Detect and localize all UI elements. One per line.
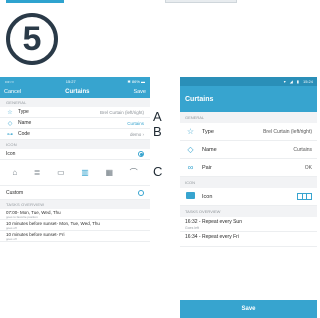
signal-icon: ◢ [289,79,293,84]
android-time: 15:24 [302,79,313,84]
list-item[interactable]: 16:32 - Repeat every Sun Goes left [180,217,317,232]
link-icon: ∞ [187,163,194,172]
ios-code-value: demo › [129,131,144,137]
ios-icon-label: Icon [6,151,16,157]
ios-status-bar: •••○○ 15:27 ✱ 86% ▬ [0,77,150,86]
list-item[interactable]: 10 minutes before sunset- Fri goes off [0,231,150,242]
image-icon [185,192,196,201]
ios-code-label: Code [18,131,30,137]
ios-custom-label: Custom [6,189,24,196]
android-name-label: Name [202,146,217,153]
marker-c: C [153,164,163,179]
battery-icon: ▮ [296,79,299,84]
curtain-open-icon[interactable] [297,193,312,200]
android-pair-row[interactable]: ∞ Pair OK [180,159,317,177]
android-pair-label: Pair [202,164,212,171]
lamp-icon[interactable]: ⌒ [130,167,138,178]
wifi-icon: ▾ [283,79,286,84]
star-outline-icon: ☆ [186,127,195,136]
android-type-label: Type [202,128,214,135]
ios-custom-row[interactable]: Custom [0,186,150,200]
android-general-header: GENERAL [180,112,317,123]
android-type-value: Brel Curtain (left/right) [263,128,312,135]
custom-radio[interactable] [138,189,144,196]
ios-type-row[interactable]: ☆ Type Brel Curtain (left/right) [0,107,150,118]
blinds-icon[interactable]: ≣ [34,168,41,177]
ios-name-value[interactable]: Curtains [127,121,144,126]
step-number-badge: 5 [6,13,58,65]
android-name-value: Curtains [293,146,312,153]
android-tasks-header: TASKS OVERVIEW [180,206,317,217]
ios-name-row[interactable]: ◇ Name Curtains [0,118,150,129]
screen-icon[interactable]: ▭ [57,168,65,177]
ios-icon-header: ICON [0,140,150,149]
list-item[interactable]: 10 minutes before sunset- Mon, Tue, Wed,… [0,220,150,231]
ios-tasks-header: TASKS OVERVIEW [0,200,150,209]
list-item[interactable]: 16:34 - Repeat every Fri [180,232,317,247]
list-item[interactable]: 07:00- Mon, Tue, Wed, Thu goes to favori… [0,209,150,220]
save-button[interactable]: Save [133,89,146,95]
ios-battery: ✱ 86% ▬ [127,79,145,84]
ios-curtains-screen: •••○○ 15:27 ✱ 86% ▬ Cancel Curtains Save… [0,77,150,318]
key-icon: ⊶ [7,131,13,138]
star-outline-icon: ☆ [7,109,13,116]
top-bar-left [6,0,64,3]
ios-carrier: •••○○ [5,79,15,84]
ios-type-label: Type [18,109,29,115]
task-subtitle: Goes left [185,226,200,230]
curtain-closed-icon[interactable]: ▦ [105,168,113,177]
ios-page-title: Curtains [65,89,90,95]
tag-icon: ◇ [7,120,13,127]
ios-general-header: GENERAL [0,98,150,107]
ios-name-label: Name [18,120,32,126]
task-subtitle: goes off [6,226,17,230]
ios-time: 15:27 [65,79,76,84]
marker-a: A [153,109,162,124]
ios-icon-picker: ⌂ ≣ ▭ ▥ ▦ ⌒ [0,160,150,186]
android-status-bar: ▾ ◢ ▮ 15:24 [180,77,317,86]
house-icon[interactable]: ⌂ [12,168,17,177]
ios-nav-bar: Cancel Curtains Save [0,86,150,98]
android-name-row[interactable]: ◇ Name Curtains [180,141,317,159]
cancel-button[interactable]: Cancel [4,89,21,95]
android-icon-header: ICON [180,177,317,188]
task-subtitle: goes off [6,237,17,241]
android-type-row[interactable]: ☆ Type Brel Curtain (left/right) [180,123,317,141]
ios-icon-row[interactable]: Icon [0,149,150,160]
android-icon-row[interactable]: Icon [180,188,317,206]
icon-radio-selected[interactable] [138,151,144,157]
android-pair-value: OK [304,164,312,171]
android-save-button[interactable]: Save [180,300,317,318]
android-icon-label: Icon [202,193,213,200]
ios-type-value: Brel Curtain (left/right) [99,109,144,115]
curtain-open-icon[interactable]: ▥ [81,168,89,177]
ios-code-row[interactable]: ⊶ Code demo › [0,129,150,140]
android-toolbar-title: Curtains [180,86,317,112]
tag-icon: ◇ [187,145,194,154]
task-subtitle: goes to favorite position [6,215,38,219]
task-title: 16:32 - Repeat every Sun [185,219,242,225]
marker-b: B [153,124,162,139]
top-bar-right [165,0,237,3]
task-title: 16:34 - Repeat every Fri [185,234,239,240]
android-curtains-screen: ▾ ◢ ▮ 15:24 Curtains GENERAL ☆ Type Brel… [180,77,317,318]
